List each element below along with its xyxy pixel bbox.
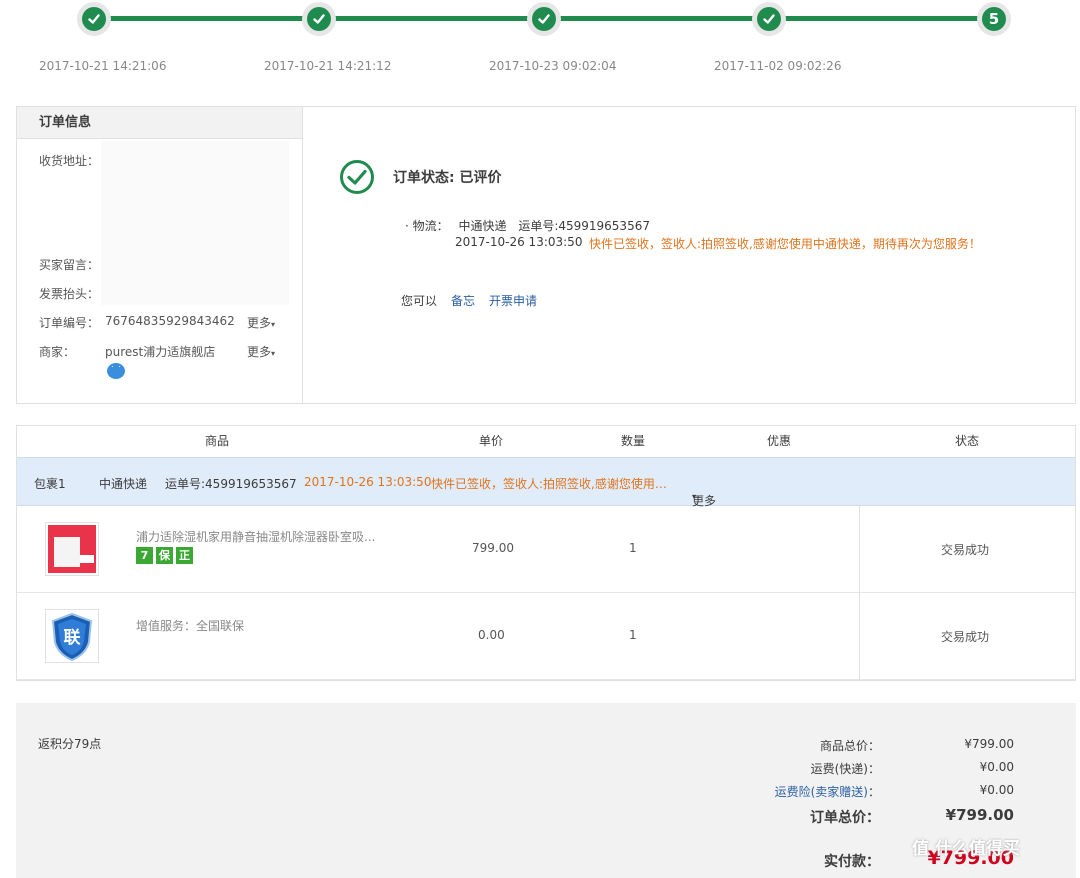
order-no-more[interactable]: 更多▾ (247, 314, 275, 331)
invoice-label: 发票抬头： (39, 287, 100, 301)
package-row: 包裹1 中通快递 运单号:459919653567 2017-10-26 13:… (17, 457, 1075, 508)
logistics-message: 快件已签收，签收人:拍照签收,感谢您使用中通快递，期待再次为您服务！ (589, 237, 981, 251)
quantity: 1 (629, 541, 637, 555)
message-label: 买家留言： (39, 258, 100, 272)
guarantee-icon: 保 (156, 547, 173, 564)
progress-step-4 (752, 2, 786, 36)
address-area (101, 141, 289, 305)
more-label: 更多 (247, 316, 272, 330)
insurance-line: 运费险(卖家赠送)： (775, 783, 880, 800)
service-thumbnail: 联 (45, 609, 99, 663)
product-title[interactable]: 浦力适除湿机家用静音抽湿机除湿器卧室吸... (136, 528, 375, 545)
step-time: 2017-10-21 14:21:12 (264, 59, 392, 73)
table-row: 联 增值服务：全国联保 0.00 1 交易成功 (17, 593, 1075, 680)
insurance-link[interactable]: 运费险(卖家赠送) (775, 785, 868, 799)
shipping-fee: ¥0.00 (979, 760, 1014, 774)
tracking-number: 运单号:459919653567 (518, 219, 650, 233)
address-label: 收货地址： (39, 154, 100, 168)
shipping-label: 运费(快递)： (810, 762, 880, 776)
package-time: 2017-10-26 13:03:50 (304, 475, 432, 489)
progress-step-1 (77, 2, 111, 36)
divider (859, 593, 860, 680)
col-header-discount: 优惠 (766, 434, 791, 448)
chevron-down-icon: ▾ (692, 492, 697, 501)
genuine-icon: 正 (176, 547, 193, 564)
goods-total: ¥799.00 (964, 737, 1014, 751)
package-message: 快件已签收，签收人:拍照签收,感谢您使用… (431, 477, 667, 491)
logistics-label: · 物流： (405, 219, 449, 233)
trade-status: 交易成功 (941, 630, 990, 644)
order-status-title: 订单状态: 已评价 (393, 170, 502, 186)
col-header-goods: 商品 (204, 434, 229, 448)
col-header-status: 状态 (954, 434, 979, 448)
merchant-label: 商家： (39, 345, 76, 359)
order-progress: 5 2017-10-21 14:21:06 2017-10-21 14:21:1… (0, 0, 1080, 90)
step-time: 2017-11-02 09:02:26 (714, 59, 842, 73)
check-icon (82, 7, 106, 31)
status-check-icon (340, 160, 374, 194)
progress-step-2 (302, 2, 336, 36)
package-name: 包裹1 (34, 477, 66, 491)
order-total-label: 订单总价： (810, 810, 880, 826)
insurance-colon: ： (867, 785, 880, 799)
unit-price: 799.00 (472, 541, 514, 555)
quantity: 1 (629, 628, 637, 642)
trade-status: 交易成功 (941, 543, 990, 557)
check-icon (307, 7, 331, 31)
unit-price: 0.00 (478, 628, 505, 642)
order-total: ¥799.00 (945, 806, 1014, 824)
more-label: 更多 (247, 345, 272, 359)
package-carrier: 中通快递 (99, 477, 148, 491)
invoice-apply-link[interactable]: 开票申请 (489, 292, 537, 309)
progress-step-5: 5 (977, 2, 1011, 36)
chevron-down-icon: ▾ (271, 349, 276, 358)
paid-label: 实付款： (824, 854, 880, 870)
step-time: 2017-10-21 14:21:06 (39, 59, 167, 73)
package-tracking: 运单号:459919653567 (165, 477, 297, 491)
points-text: 返积分79点 (38, 737, 102, 751)
seven-day-return-icon: 7 (136, 547, 153, 564)
progress-step-3 (527, 2, 561, 36)
step-number: 5 (982, 7, 1006, 31)
table-row: 浦力适除湿机家用静音抽湿机除湿器卧室吸... 7 保 正 799.00 1 交易… (17, 506, 1075, 593)
divider (859, 506, 860, 593)
merchant-more[interactable]: 更多▾ (247, 343, 275, 360)
memo-link[interactable]: 备忘 (451, 292, 475, 309)
service-title: 增值服务：全国联保 (136, 619, 245, 633)
order-info-sidebar: 订单信息 收货地址： 买家留言： 发票抬头： 订单编号： 76764835929… (17, 107, 303, 403)
order-no-label: 订单编号： (39, 316, 100, 330)
chat-icon[interactable]: ˙ ˙ (107, 363, 125, 379)
check-icon (757, 7, 781, 31)
goods-table: 商品 单价 数量 优惠 状态 包裹1 中通快递 运单号:459919653567… (16, 425, 1076, 681)
goods-total-label: 商品总价： (819, 739, 880, 753)
check-icon (532, 7, 556, 31)
logistics-line: · 物流： 中通快递 运单号:459919653567 (405, 217, 650, 234)
merchant-name[interactable]: purest浦力适旗舰店 (105, 343, 215, 360)
insurance-fee: ¥0.00 (979, 783, 1014, 797)
logistics-time: 2017-10-26 13:03:50 (455, 235, 583, 249)
watermark: 值 什么值得买 (912, 839, 1020, 859)
product-thumbnail[interactable] (45, 522, 99, 576)
chevron-down-icon: ▾ (271, 320, 276, 329)
carrier: 中通快递 (458, 219, 507, 233)
actions-label: 您可以 (401, 294, 438, 308)
order-info-title: 订单信息 (17, 107, 302, 139)
warranty-label: 联 (63, 628, 81, 648)
order-info-panel: 订单信息 收货地址： 买家留言： 发票抬头： 订单编号： 76764835929… (16, 106, 1076, 404)
order-no: 76764835929843462 (105, 314, 235, 328)
col-header-qty: 数量 (620, 434, 645, 448)
col-header-price: 单价 (478, 434, 503, 448)
step-time: 2017-10-23 09:02:04 (489, 59, 617, 73)
